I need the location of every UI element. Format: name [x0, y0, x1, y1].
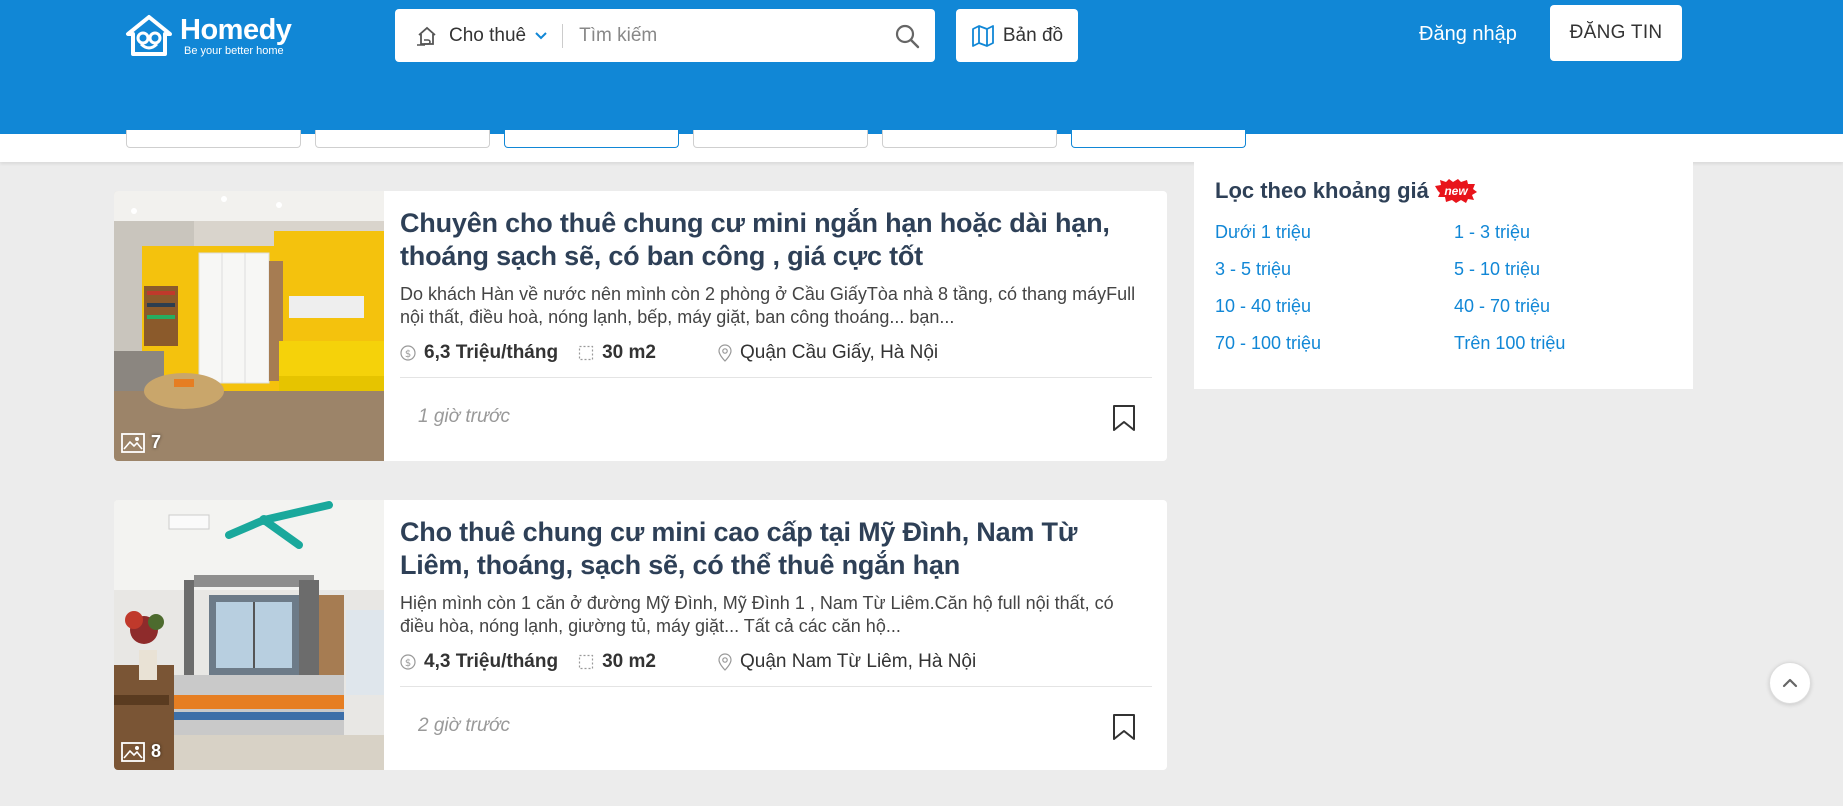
listing-body: Chuyên cho thuê chung cư mini ngắn hạn h… — [400, 191, 1152, 452]
price-range-3-5[interactable]: 3 - 5 triệu — [1215, 259, 1291, 280]
listing-time: 2 giờ trước — [418, 715, 511, 736]
map-button[interactable]: Bản đồ — [956, 9, 1078, 62]
search-bar: Cho thuê — [395, 9, 935, 62]
svg-text:$: $ — [405, 349, 411, 360]
photo-count-value: 7 — [151, 432, 162, 452]
photo-count: 7 — [121, 432, 161, 453]
listing-area-value: 30 m2 — [602, 342, 656, 363]
price-range-1-3[interactable]: 1 - 3 triệu — [1454, 222, 1530, 243]
listing-area-value: 30 m2 — [602, 651, 656, 672]
map-button-label: Bản đồ — [1002, 24, 1064, 46]
listing-body: Cho thuê chung cư mini cao cấp tại Mỹ Đì… — [400, 500, 1152, 761]
filter-chip[interactable] — [504, 130, 679, 148]
new-badge-icon: new — [1434, 179, 1477, 203]
map-icon — [971, 24, 994, 47]
photo-count: 8 — [121, 741, 161, 762]
listing-footer: 1 giờ trước — [400, 378, 1152, 452]
price-filter-title: Lọc theo khoảng giá new — [1215, 178, 1477, 204]
listing-thumbnail[interactable]: 8 — [114, 500, 384, 770]
search-icon — [895, 24, 920, 48]
back-to-top-button[interactable] — [1769, 662, 1811, 704]
listing-price-value: 4,3 Triệu/tháng — [424, 651, 559, 672]
login-link[interactable]: Đăng nhập — [1419, 20, 1517, 48]
location-pin-icon — [718, 344, 732, 362]
logo-house-icon — [126, 15, 172, 56]
bookmark-icon[interactable] — [1112, 404, 1136, 432]
top-header: Homedy Be your better home Cho thuê Tìm … — [0, 0, 1843, 134]
price-icon: $ — [400, 345, 416, 361]
listing-location-value: Quận Nam Từ Liêm, Hà Nội — [739, 651, 977, 672]
price-range-70-100[interactable]: 70 - 100 triệu — [1215, 333, 1321, 354]
area-icon — [578, 654, 594, 670]
listing-price: $ 6,3 Triệu/tháng — [400, 342, 558, 364]
photo-icon — [121, 432, 145, 453]
photo-count-value: 8 — [151, 741, 162, 761]
listing-location: Quận Cầu Giấy, Hà Nội — [718, 342, 938, 364]
price-icon: $ — [400, 654, 416, 670]
filter-bar — [0, 130, 1843, 162]
listing-area: 30 m2 — [578, 342, 656, 364]
svg-text:$: $ — [405, 658, 411, 669]
price-filter-heading: Lọc theo khoảng giá — [1215, 178, 1429, 203]
listing-location: Quận Nam Từ Liêm, Hà Nội — [718, 651, 976, 673]
listing-description: Hiện mình còn 1 căn ở đường Mỹ Đình, Mỹ … — [400, 593, 1114, 636]
new-badge-text: new — [1444, 184, 1468, 198]
price-range-5-10[interactable]: 5 - 10 triệu — [1454, 259, 1540, 280]
filter-chip[interactable] — [315, 130, 490, 148]
listing-card[interactable]: 8 Cho thuê chung cư mini cao cấp tại Mỹ … — [114, 500, 1167, 770]
filter-chip[interactable] — [882, 130, 1057, 148]
brand-tagline: Be your better home — [184, 45, 284, 57]
photo-icon — [121, 741, 145, 762]
chevron-down-icon — [535, 31, 547, 39]
listing-thumbnail[interactable]: 7 — [114, 191, 384, 461]
listing-area: 30 m2 — [578, 651, 656, 673]
post-listing-button[interactable]: ĐĂNG TIN — [1550, 5, 1682, 61]
listing-type-dropdown[interactable]: Cho thuê — [395, 9, 548, 62]
listing-card[interactable]: 7 Chuyên cho thuê chung cư mini ngắn hạn… — [114, 191, 1167, 461]
listing-title[interactable]: Chuyên cho thuê chung cư mini ngắn hạn h… — [400, 207, 1152, 273]
listing-price: $ 4,3 Triệu/tháng — [400, 651, 558, 673]
listing-meta: $ 4,3 Triệu/tháng 30 m2 Quận Nam Từ Liêm… — [400, 650, 1152, 674]
price-range-under-1[interactable]: Dưới 1 triệu — [1215, 222, 1311, 243]
price-filter-panel: Lọc theo khoảng giá new Dưới 1 triệu 1 -… — [1194, 162, 1693, 389]
listing-photo — [114, 500, 384, 770]
listing-time: 1 giờ trước — [418, 406, 511, 427]
price-range-over-100[interactable]: Trên 100 triệu — [1454, 333, 1565, 354]
listing-location-value: Quận Cầu Giấy, Hà Nội — [739, 342, 939, 363]
listing-title[interactable]: Cho thuê chung cư mini cao cấp tại Mỹ Đì… — [400, 516, 1152, 582]
area-icon — [578, 345, 594, 361]
brand-name: Homedy — [180, 14, 292, 46]
price-range-40-70[interactable]: 40 - 70 triệu — [1454, 296, 1550, 317]
logo-text: Homedy Be your better home — [180, 14, 292, 57]
listing-price-value: 6,3 Triệu/tháng — [424, 342, 559, 363]
price-range-10-40[interactable]: 10 - 40 triệu — [1215, 296, 1311, 317]
location-pin-icon — [718, 653, 732, 671]
brand-logo[interactable]: Homedy Be your better home — [124, 14, 292, 58]
chevron-up-icon — [1782, 678, 1798, 688]
listing-type-label: Cho thuê — [449, 24, 527, 46]
bookmark-icon[interactable] — [1112, 713, 1136, 741]
filter-chip[interactable] — [1071, 130, 1246, 148]
filter-chip[interactable] — [126, 130, 301, 148]
search-button[interactable] — [879, 9, 935, 62]
listing-description: Do khách Hàn về nước nên mình còn 2 phòn… — [400, 284, 1136, 327]
home-type-icon — [417, 26, 436, 46]
listing-photo — [114, 191, 384, 461]
search-input[interactable] — [563, 9, 879, 62]
listing-meta: $ 6,3 Triệu/tháng 30 m2 Quận Cầu Giấy, H… — [400, 341, 1152, 365]
filter-chip[interactable] — [693, 130, 868, 148]
listing-footer: 2 giờ trước — [400, 687, 1152, 761]
